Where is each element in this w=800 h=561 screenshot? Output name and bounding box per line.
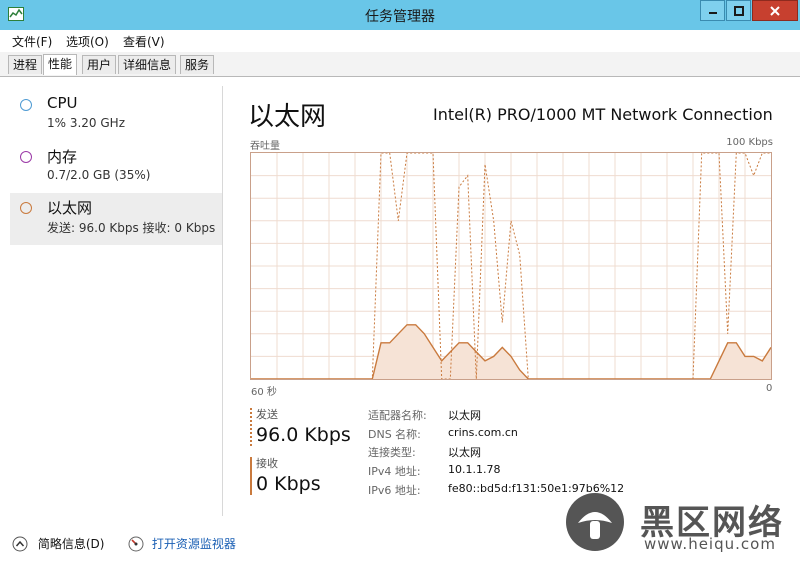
close-icon	[770, 5, 780, 16]
info-key-dns: DNS 名称:	[368, 428, 421, 441]
chevron-up-icon	[12, 536, 28, 552]
minimize-button[interactable]	[700, 0, 725, 21]
panel-title: 以太网	[248, 102, 327, 132]
info-value-adapter: 以太网	[448, 409, 481, 422]
maximize-button[interactable]	[726, 0, 751, 21]
watermark-logo	[566, 493, 624, 551]
tab-performance[interactable]: 性能	[43, 54, 78, 75]
graph-grid	[251, 153, 771, 379]
graph-label-max: 100 Kbps	[726, 137, 773, 148]
sidebar-item-detail: 1% 3.20 GHz	[47, 116, 126, 130]
receive-stat: 接收 0 Kbps	[250, 455, 356, 495]
window-title: 任务管理器	[365, 9, 435, 25]
ethernet-indicator-icon	[20, 202, 32, 214]
tab-details[interactable]: 详细信息	[118, 55, 177, 74]
graph-label-throughput: 吞吐量	[250, 141, 280, 152]
sidebar-item-label: 内存	[47, 148, 78, 166]
open-resource-monitor-link[interactable]: 打开资源监视器	[128, 535, 236, 552]
performance-sidebar: CPU 1% 3.20 GHz 内存 0.7/2.0 GB (35%) 以太网 …	[8, 86, 223, 516]
info-key-ipv6: IPv6 地址:	[368, 484, 421, 497]
watermark-url: www.heiqu.com	[644, 535, 776, 553]
menu-view[interactable]: 查看(V)	[123, 33, 165, 50]
receive-indicator	[250, 457, 252, 495]
sidebar-item-cpu[interactable]: CPU 1% 3.20 GHz	[10, 90, 222, 142]
sidebar-item-label: 以太网	[47, 199, 93, 217]
resource-monitor-icon	[128, 536, 144, 552]
close-button[interactable]	[752, 0, 798, 21]
sidebar-item-ethernet[interactable]: 以太网 发送: 96.0 Kbps 接收: 0 Kbps	[10, 193, 222, 245]
tab-processes[interactable]: 进程	[8, 55, 43, 74]
info-key-ipv4: IPv4 地址:	[368, 465, 421, 478]
info-value-ipv4: 10.1.1.78	[448, 463, 501, 476]
graph-axis-left: 60 秒	[251, 387, 277, 398]
info-value-dns: crins.com.cn	[448, 426, 518, 439]
fewer-details-label: 简略信息(D)	[37, 537, 105, 551]
menu-options[interactable]: 选项(O)	[66, 33, 109, 50]
info-key-connection-type: 连接类型:	[368, 446, 416, 459]
receive-value: 0 Kbps	[256, 473, 321, 495]
graph-axis-right: 0	[766, 383, 773, 394]
adapter-name: Intel(R) PRO/1000 MT Network Connection	[433, 105, 773, 124]
sidebar-item-memory[interactable]: 内存 0.7/2.0 GB (35%)	[10, 142, 222, 194]
receive-label: 接收	[256, 457, 278, 470]
menu-file[interactable]: 文件(F)	[12, 33, 52, 50]
open-resource-monitor-label: 打开资源监视器	[151, 537, 236, 551]
sidebar-item-detail: 发送: 96.0 Kbps 接收: 0 Kbps	[47, 221, 216, 235]
send-stat: 发送 96.0 Kbps	[250, 406, 356, 446]
minimize-icon	[708, 11, 717, 14]
memory-indicator-icon	[20, 151, 32, 163]
tab-users[interactable]: 用户	[82, 55, 117, 74]
mushroom-logo-icon	[578, 512, 612, 539]
send-label: 发送	[256, 408, 278, 421]
info-value-connection-type: 以太网	[448, 446, 481, 459]
cpu-indicator-icon	[20, 99, 32, 111]
info-key-adapter: 适配器名称:	[368, 409, 427, 422]
menu-bar: 文件(F) 选项(O) 查看(V)	[0, 30, 800, 52]
title-bar: 任务管理器	[0, 0, 800, 30]
send-indicator	[250, 408, 252, 446]
sidebar-item-detail: 0.7/2.0 GB (35%)	[47, 168, 151, 182]
watermark: 黑区网络 www.heiqu.com	[566, 493, 796, 557]
maximize-icon	[733, 5, 744, 16]
throughput-graph-svg	[251, 153, 771, 379]
fewer-details-button[interactable]: 简略信息(D)	[12, 535, 104, 552]
tab-services[interactable]: 服务	[180, 55, 215, 74]
sidebar-item-label: CPU	[47, 94, 78, 112]
throughput-graph	[250, 152, 772, 380]
send-value: 96.0 Kbps	[256, 424, 351, 446]
tab-bar: 进程 性能 用户 详细信息 服务	[0, 52, 800, 77]
